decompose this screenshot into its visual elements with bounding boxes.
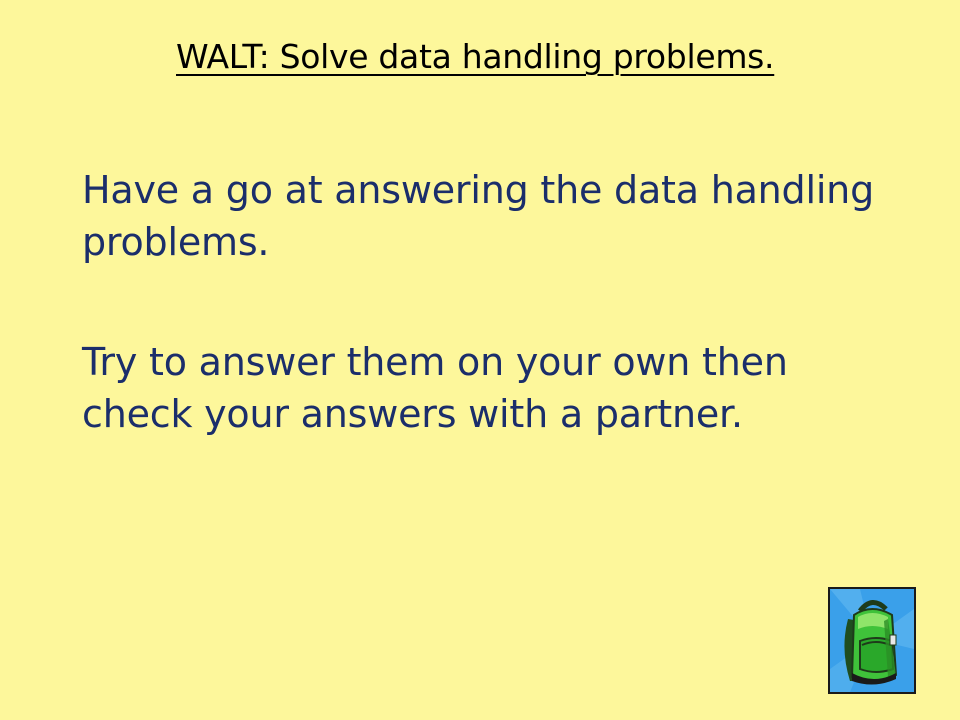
backpack-icon bbox=[830, 589, 914, 692]
slide-title: WALT: Solve data handling problems. bbox=[176, 37, 775, 76]
instruction-paragraph-1: Have a go at answering the data handling… bbox=[82, 168, 874, 264]
instruction-paragraph-2: Try to answer them on your own then chec… bbox=[82, 340, 788, 436]
backpack-clipart bbox=[828, 587, 916, 694]
slide: WALT: Solve data handling problems. Have… bbox=[0, 0, 960, 720]
